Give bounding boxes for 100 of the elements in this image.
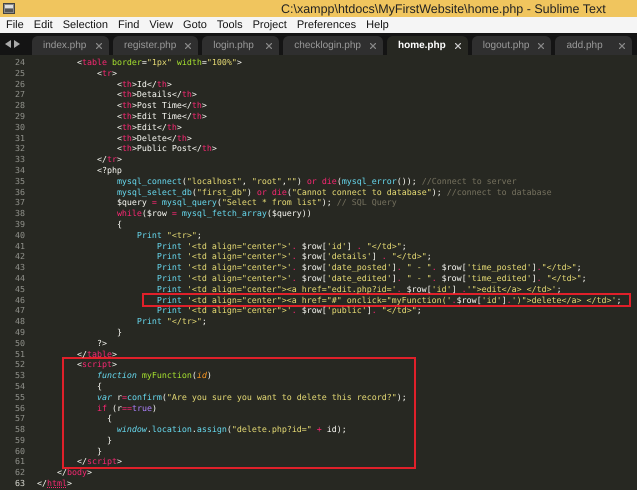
code-line: <th>Edit</th> [116,122,182,133]
menu-item[interactable]: Selection [58,19,113,31]
code-line: <tr> [96,68,117,79]
code-line: { [96,380,102,392]
line-number: 37 [14,197,25,208]
code-line: <th>Edit Time</th> [116,110,207,122]
line-number: 48 [14,316,25,327]
editor-tab[interactable]: logout.php [472,36,552,55]
line-number: 26 [14,78,25,90]
code-line: Print '<td align="center">'. $row['public']. "</td>"; [156,305,422,316]
menu-item[interactable]: Project [248,19,292,31]
close-icon[interactable] [370,42,376,48]
close-icon[interactable] [96,42,102,48]
code-line: } [116,326,122,338]
code-line: Print "<tr>"; [136,230,202,241]
code-line: Print '<td align="center">'. $row['date_edited']. " - ". $row['time_edited']. "</td>"; [156,272,587,284]
line-number: 33 [14,154,25,165]
editor-tab[interactable]: register.php [113,36,198,55]
line-number: 63 [14,478,25,489]
code-line: <script> [76,359,117,370]
menu-item[interactable]: File [1,19,29,31]
menu-item[interactable]: Preferences [292,19,362,31]
code-line: { [116,218,122,230]
editor-tab[interactable]: checklogin.php [283,36,383,55]
code-line: $query = mysql_query("Select * from list"); // SQL Query [116,197,397,208]
line-number: 45 [14,284,25,295]
line-number: 41 [14,240,25,252]
line-number: 61 [14,456,25,468]
line-number: 44 [14,272,25,284]
close-icon[interactable] [538,42,544,48]
code-line: Print "</tr>"; [136,316,207,327]
line-number: 62 [14,467,25,478]
code-line: </script> [76,456,122,468]
line-number: 27 [14,89,25,100]
line-number: 49 [14,326,25,338]
menu-item[interactable]: View [144,19,178,31]
code-line: if (r==true) [96,402,157,414]
left-arrow-icon[interactable] [5,40,11,48]
code-line: Print '<td align="center">'. $row['date_posted']. " - ". $row['time_posted']."</td>"; [156,262,582,273]
line-number: 25 [14,68,25,79]
line-number: 57 [14,413,25,424]
code-line: Print '<td align="center"><a href="#" onclick="myFunction('.$row['id'].')">delete</a> </td>'; [156,294,622,306]
line-number: 32 [14,143,25,154]
code-line: <?php [96,164,122,176]
code-line: </tr> [96,154,122,165]
code-line: ?> [96,338,107,349]
code-line: Print '<td align="center">'. $row['id'] . "</td>"; [156,240,407,252]
line-number: 47 [14,305,25,316]
code-line: <th>Details</th> [116,89,197,100]
line-number: 55 [14,392,25,402]
close-icon[interactable] [266,42,272,48]
code-line: function myFunction(id) [96,370,212,381]
menu-item[interactable]: Goto [178,19,212,31]
line-number: 59 [14,434,25,446]
line-number: 54 [14,380,25,392]
code-line: } [106,434,112,446]
line-number: 24 [14,57,25,68]
close-icon[interactable] [185,42,192,48]
code-line: <table border="1px" width="100%"> [76,57,242,68]
code-line: } [96,446,102,456]
line-number: 39 [14,218,25,230]
line-number: 58 [14,424,25,435]
code-line: Print '<td align="center">'. $row['details'] . "</td>"; [156,251,432,262]
line-number: 31 [14,132,25,144]
window-title: C:\xampp\htdocs\MyFirstWebsite\home.php - Sublime Text [280,2,606,16]
line-number: 36 [14,186,25,198]
menu-item[interactable]: Tools [212,19,248,31]
app-icon [3,3,15,14]
right-arrow-icon[interactable] [14,40,20,48]
code-line: mysql_connect("localhost", "root","") or die(mysql_error()); //Connect to server [116,176,517,187]
code-line: <th>Public Post</th> [116,143,217,154]
editor-tab[interactable]: login.php [202,36,280,55]
line-number: 53 [14,370,25,381]
code-line: <th>Post Time</th> [116,100,207,111]
code-line: { [106,413,112,424]
line-number: 50 [14,338,25,349]
code-line: var r=confirm("Are you sure you want to delete this record?"); [96,392,407,402]
code-line: mysql_select_db("first_db") or die("Cannot connect to database"); //connect to database [116,186,552,198]
line-number: 56 [14,402,25,414]
editor-tab[interactable]: index.php [32,36,109,55]
editor-tab[interactable]: add.php [555,36,632,55]
line-number: 42 [14,251,25,262]
line-number: 60 [14,446,25,456]
line-number: 40 [14,230,25,241]
editor-tab[interactable]: home.php [386,36,468,55]
code-line: while($row = mysql_fetch_array($query)) [116,208,312,219]
code-line: </body> [56,467,92,478]
line-number: 28 [14,100,25,111]
line-number: 46 [14,294,25,306]
code-line: <th>Delete</th> [116,132,192,144]
line-number: 38 [14,208,25,219]
line-number: 35 [14,176,25,187]
menu-item[interactable]: Help [361,19,394,31]
menu-item[interactable]: Edit [28,19,58,31]
close-icon[interactable] [454,42,461,48]
close-icon[interactable] [619,42,626,48]
code-line: window.location.assign("delete.php?id=" + id); [116,424,347,435]
line-number: 29 [14,110,25,122]
menu-item[interactable]: Find [112,19,144,31]
line-number: 52 [14,359,25,370]
